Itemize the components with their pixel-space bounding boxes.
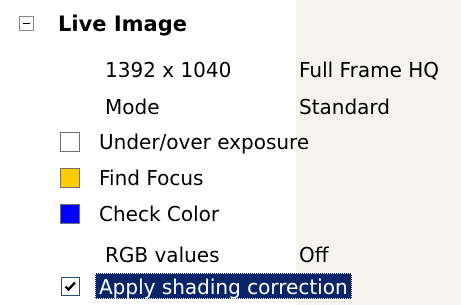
resolution-value[interactable]: Full Frame HQ: [299, 58, 439, 82]
section-title: Live Image: [58, 12, 187, 36]
option-find-focus[interactable]: Find Focus: [0, 159, 461, 197]
property-row-resolution[interactable]: 1392 x 1040 Full Frame HQ: [0, 51, 461, 89]
shading-correction-checkbox[interactable]: [61, 277, 80, 296]
mode-label: Mode: [105, 95, 160, 119]
mode-value[interactable]: Standard: [299, 95, 390, 119]
yellow-color-swatch-icon[interactable]: [60, 168, 80, 188]
live-image-header[interactable]: Live Image: [0, 4, 461, 42]
rgb-values-value[interactable]: Off: [299, 243, 329, 267]
rgb-values-label: RGB values: [105, 243, 220, 267]
minus-box-icon[interactable]: [19, 16, 34, 31]
checkmark-icon: [64, 281, 76, 292]
live-image-property-panel: Live Image 1392 x 1040 Full Frame HQ Mod…: [0, 0, 461, 305]
under-over-exposure-label: Under/over exposure: [99, 130, 310, 154]
white-color-swatch-icon[interactable]: [60, 132, 80, 152]
resolution-label: 1392 x 1040: [105, 58, 232, 82]
option-under-over-exposure[interactable]: Under/over exposure: [0, 123, 461, 161]
property-row-mode[interactable]: Mode Standard: [0, 88, 461, 126]
blue-color-swatch-icon[interactable]: [60, 204, 80, 224]
option-apply-shading-correction[interactable]: Apply shading correction: [0, 267, 461, 305]
find-focus-label: Find Focus: [99, 166, 204, 190]
check-color-label: Check Color: [99, 202, 220, 226]
apply-shading-correction-label[interactable]: Apply shading correction: [95, 273, 352, 299]
option-check-color[interactable]: Check Color: [0, 195, 461, 233]
